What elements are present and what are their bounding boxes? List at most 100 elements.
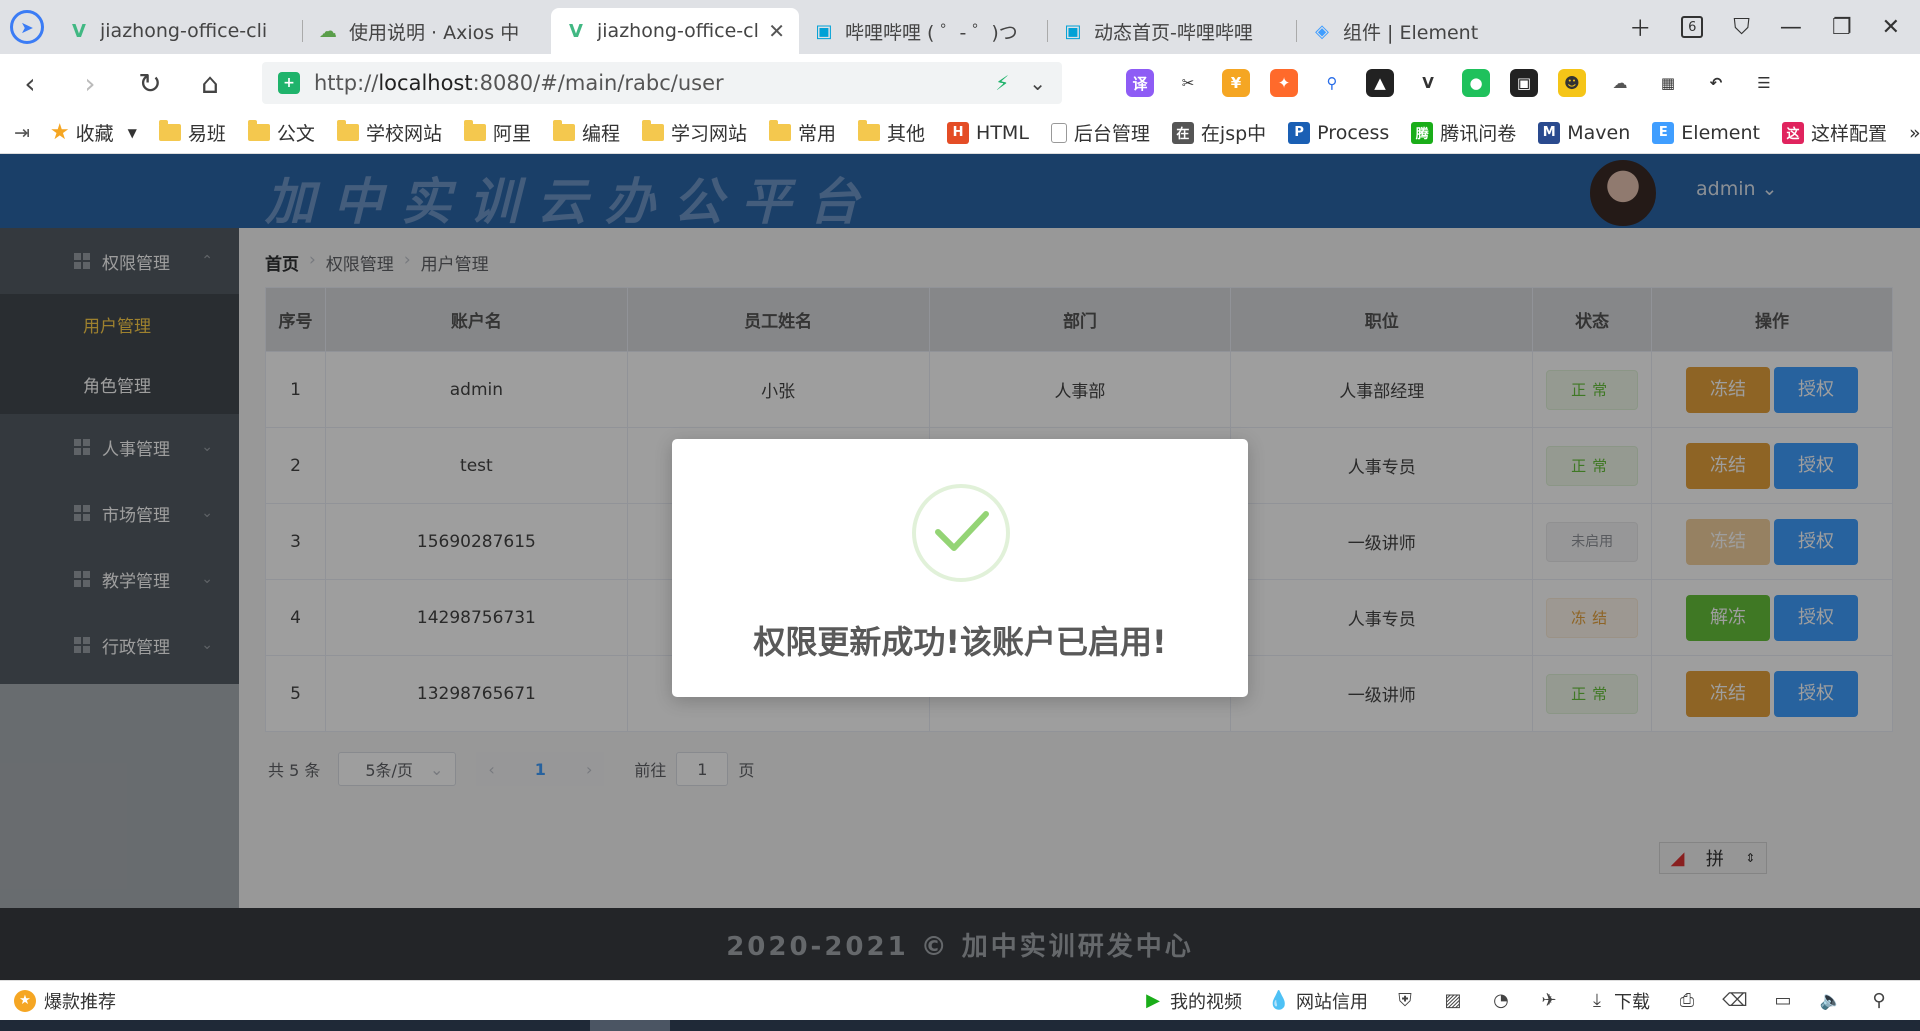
clean-icon[interactable]: ⌫ <box>1722 990 1747 1012</box>
bookmark-item[interactable]: 其他 <box>858 119 925 146</box>
rocket-icon[interactable]: ✈ <box>1538 990 1560 1012</box>
undo-icon[interactable]: ↶ <box>1702 69 1730 97</box>
download[interactable]: ⤓ 下载 <box>1586 988 1650 1014</box>
cat-icon[interactable]: ☻ <box>1558 69 1586 97</box>
chevron-down-icon[interactable]: ▼ <box>128 126 137 140</box>
site-icon: M <box>1538 121 1561 144</box>
bookmark-item[interactable]: ★ 收藏 ▼ <box>50 119 137 146</box>
folder-icon <box>858 120 881 141</box>
coupon-icon[interactable]: ¥ <box>1222 69 1250 97</box>
my-video[interactable]: ▶ 我的视频 <box>1142 988 1242 1014</box>
tab-title: 哔哩哔哩 ( ゜- ゜)つ <box>845 21 1018 44</box>
folder-icon <box>463 120 486 141</box>
chevron-down-icon[interactable]: ⌄ <box>1029 71 1046 95</box>
print-icon[interactable]: ⎙ <box>1676 990 1698 1012</box>
element-icon: ◈ <box>1315 20 1329 42</box>
notion-icon[interactable]: ▲ <box>1366 69 1394 97</box>
hot-recommend[interactable]: ★ 爆款推荐 <box>0 988 116 1014</box>
sidebar-toggle-icon[interactable]: ⇥ <box>14 122 30 144</box>
folder-icon <box>336 120 359 141</box>
os-taskbar-strip <box>0 1020 1920 1031</box>
browser-tab[interactable]: Vjiazhong-office-cli <box>54 8 302 54</box>
extension-icons: 译 ✂ ¥ ✦ ⚲ ▲ V ● ▣ ☻ ☁ ▦ ↶ ☰ <box>1126 69 1778 97</box>
bookmarks-bar: ⇥ ★ 收藏 ▼ 易班 公文 学校网站 阿里 编程 学习网站 常用 其他 H HTML 后台管理在在jsp… <box>0 112 1920 154</box>
scissors-icon[interactable]: ✂ <box>1174 69 1202 97</box>
bookmark-item[interactable]: M Maven <box>1538 121 1630 144</box>
menu-icon[interactable]: ☰ <box>1750 69 1778 97</box>
translate-icon[interactable]: 译 <box>1126 69 1154 97</box>
bookmark-item[interactable]: E Element <box>1652 121 1760 144</box>
site-icon: 在 <box>1171 121 1194 144</box>
taskbar-highlight <box>590 1020 670 1031</box>
bookmark-item[interactable]: 阿里 <box>463 119 531 146</box>
restore-icon[interactable]: ❐ <box>1832 15 1852 40</box>
forward-icon[interactable]: › <box>60 67 120 100</box>
magnifier-icon[interactable]: ⚲ <box>1318 69 1346 97</box>
vue-icon: V <box>569 20 583 42</box>
bookmark-item[interactable]: 公文 <box>247 119 315 146</box>
reload-icon[interactable]: ↻ <box>120 67 180 100</box>
bookmark-label: Element <box>1681 121 1760 144</box>
browser-compass-icon: ➤ <box>10 10 44 44</box>
browser-tab[interactable]: ◈ 组件 | Element <box>1297 8 1545 54</box>
url-host: localhost <box>378 71 473 95</box>
minimize-icon[interactable]: — <box>1780 15 1802 40</box>
bookmark-item[interactable]: 学校网站 <box>336 119 442 146</box>
browser-tab[interactable]: ▣ 动态首页-哔哩哔哩 <box>1048 8 1296 54</box>
bookmarks-more[interactable]: » <box>1909 122 1920 144</box>
bookmark-item[interactable]: 易班 <box>158 119 226 146</box>
close-tab-icon[interactable]: ✕ <box>768 19 785 43</box>
search-icon[interactable]: ⚲ <box>1868 990 1890 1012</box>
volume-icon[interactable]: 🔈 <box>1820 990 1842 1012</box>
shirt-icon[interactable]: ⛉ <box>1733 15 1750 40</box>
speed-icon[interactable]: ◔ <box>1490 990 1512 1012</box>
page-icon <box>1050 122 1067 143</box>
green-circle-icon[interactable]: ● <box>1462 69 1490 97</box>
bookmark-label: 编程 <box>581 123 620 145</box>
home-icon[interactable]: ⌂ <box>180 67 240 100</box>
browser-tab[interactable]: ☁ 使用说明 · Axios 中 <box>303 8 551 54</box>
tab-count-badge[interactable]: 6 <box>1681 16 1704 38</box>
bookmark-label: 收藏 <box>75 123 114 145</box>
bookmark-label: 学习网站 <box>670 123 747 145</box>
bookmark-item[interactable]: 腾腾讯问卷 <box>1411 119 1516 146</box>
browser-tab-bar: ➤ Vjiazhong-office-cli ☁ 使用说明 · Axios 中 Vji… <box>0 0 1920 54</box>
image-icon[interactable]: ▨ <box>1442 990 1464 1012</box>
browser-tab[interactable]: ▣ 哔哩哔哩 ( ゜- ゜)つ <box>799 8 1047 54</box>
bookmark-item[interactable]: H HTML <box>947 121 1029 144</box>
site-icon: P <box>1288 121 1311 144</box>
browser-status-bar: ★ 爆款推荐 ▶ 我的视频 💧 网站信用 ⛨ ▨ ◔ ✈ ⤓ 下载 ⎙ ⌫ ▭ 🔈 ⚲ <box>0 980 1920 1020</box>
vivaldi-icon[interactable]: V <box>1414 69 1442 97</box>
cloud-icon[interactable]: ☁ <box>1606 69 1634 97</box>
download-label: 下载 <box>1614 991 1650 1013</box>
url-input[interactable]: + http://localhost:8080/#/main/rabc/user… <box>262 62 1062 104</box>
bookmark-item[interactable]: 学习网站 <box>641 119 747 146</box>
site-credit-label: 网站信用 <box>1296 991 1368 1013</box>
bookmark-item[interactable]: 这这样配置 <box>1781 119 1887 146</box>
bookmark-item[interactable]: P Process <box>1288 121 1389 144</box>
bookmark-label: 在jsp中 <box>1200 123 1267 145</box>
back-icon[interactable]: ‹ <box>0 67 60 100</box>
window-icon[interactable]: ▭ <box>1772 990 1794 1012</box>
bookmark-item[interactable]: 常用 <box>769 119 836 146</box>
bookmark-item[interactable]: 在在jsp中 <box>1171 119 1267 146</box>
bilibili-icon: ▣ <box>815 20 833 42</box>
bookmark-item[interactable]: 后台管理 <box>1050 119 1150 146</box>
success-check-icon <box>912 484 1010 582</box>
bilibili-ext-icon[interactable]: ▣ <box>1510 69 1538 97</box>
new-tab-icon[interactable]: ＋ <box>1629 11 1651 43</box>
apps-grid-icon[interactable]: ▦ <box>1654 69 1682 97</box>
browser-logo[interactable]: ➤ <box>0 0 54 54</box>
site-credit[interactable]: 💧 网站信用 <box>1268 988 1368 1014</box>
browser-tab[interactable]: Vjiazhong-office-cli ✕ <box>551 8 799 54</box>
tab-title: 使用说明 · Axios 中 <box>349 21 520 44</box>
bookmark-label: 易班 <box>187 123 226 145</box>
tab-title: 组件 | Element <box>1343 21 1479 44</box>
close-window-icon[interactable]: ✕ <box>1882 15 1900 40</box>
lightning-icon[interactable]: ⚡ <box>995 71 1009 95</box>
axios-icon: ☁ <box>319 20 337 42</box>
site-icon: H <box>947 121 970 144</box>
bookmark-item[interactable]: 编程 <box>552 119 620 146</box>
shield-icon[interactable]: ⛨ <box>1394 990 1416 1012</box>
game-icon[interactable]: ✦ <box>1270 69 1298 97</box>
